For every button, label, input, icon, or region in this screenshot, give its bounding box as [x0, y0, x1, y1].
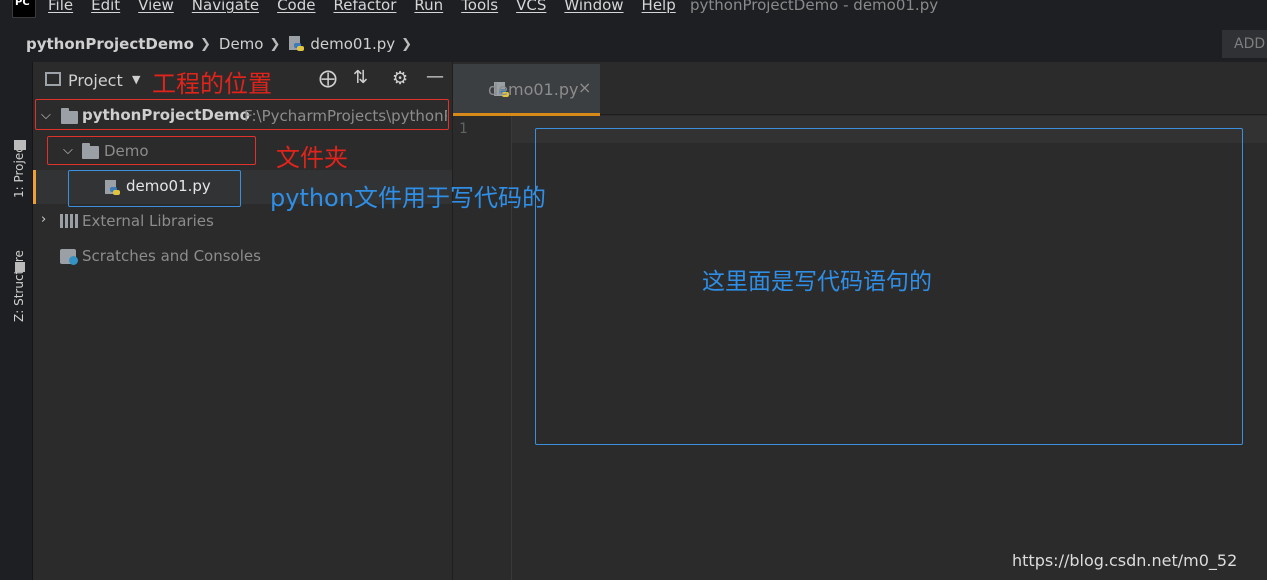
menu-item-help[interactable]: Help — [642, 0, 676, 14]
annotation-box-folder — [47, 136, 256, 165]
menu-item-view[interactable]: View — [138, 0, 174, 14]
menu-item-code[interactable]: Code — [277, 0, 315, 14]
tab-label[interactable]: demo01.py — [488, 80, 578, 99]
menu-item-file[interactable]: File — [48, 0, 73, 14]
selection-marker — [33, 170, 36, 204]
collapse-all-icon[interactable]: ⇅ — [353, 67, 368, 88]
breadcrumb-folder[interactable]: Demo — [219, 35, 264, 53]
breadcrumb: pythonProjectDemo ❯ Demo ❯ demo01.py ❯ — [26, 35, 420, 53]
menu-item-navigate[interactable]: Navigate — [192, 0, 259, 14]
annotation-project-location: 工程的位置 — [152, 70, 272, 98]
minimize-icon[interactable]: — — [426, 66, 444, 87]
pycharm-logo-icon: PC — [12, 0, 36, 18]
caret-down-icon[interactable]: ▼ — [132, 73, 140, 86]
breadcrumb-project[interactable]: pythonProjectDemo — [26, 35, 194, 53]
annotation-box-file — [68, 170, 241, 207]
folder-icon — [14, 140, 26, 150]
annotation-box-project — [35, 99, 449, 130]
chevron-right-icon: ❯ — [199, 36, 211, 52]
project-view-icon — [45, 72, 61, 86]
structure-icon — [15, 262, 25, 272]
menu-item-edit[interactable]: Edit — [91, 0, 120, 14]
close-icon[interactable]: × — [578, 78, 591, 97]
tab-structure[interactable]: Z: Structure — [12, 242, 26, 322]
line-number: 1 — [459, 121, 468, 137]
annotation-python-file: python文件用于写代码的 — [270, 184, 546, 212]
gear-icon[interactable]: ⚙ — [392, 68, 408, 89]
tree-item-external-libraries[interactable]: External Libraries — [82, 212, 214, 240]
add-configuration-button[interactable]: ADD — [1222, 30, 1267, 58]
chevron-right-icon[interactable]: › — [41, 212, 46, 227]
menu-item-vcs[interactable]: VCS — [516, 0, 546, 14]
chevron-right-icon: ❯ — [269, 36, 281, 52]
chevron-right-icon: ❯ — [401, 36, 413, 52]
breadcrumb-file[interactable]: demo01.py — [310, 35, 395, 53]
menu-item-run[interactable]: Run — [414, 0, 443, 14]
python-file-icon — [288, 36, 305, 52]
tree-item-scratches-consoles[interactable]: Scratches and Consoles — [82, 247, 261, 275]
menu-items: File Edit View Navigate Code Refactor Run Tools… — [48, 0, 694, 14]
locate-icon[interactable]: ⨁ — [319, 68, 337, 89]
project-panel-title[interactable]: Project — [68, 71, 123, 90]
menu-item-tools[interactable]: Tools — [461, 0, 498, 14]
menu-item-window[interactable]: Window — [564, 0, 623, 14]
console-icon — [69, 256, 78, 265]
annotation-folder: 文件夹 — [276, 144, 348, 172]
library-icon — [60, 214, 78, 228]
menu-item-refactor[interactable]: Refactor — [333, 0, 396, 14]
tool-window-strip: 1: Project Z: Structure — [0, 62, 33, 580]
watermark: https://blog.csdn.net/m0_52 — [1012, 551, 1238, 570]
annotation-editor-area: 这里面是写代码语句的 — [702, 269, 932, 295]
window-title: pythonProjectDemo - demo01.py — [690, 0, 939, 14]
